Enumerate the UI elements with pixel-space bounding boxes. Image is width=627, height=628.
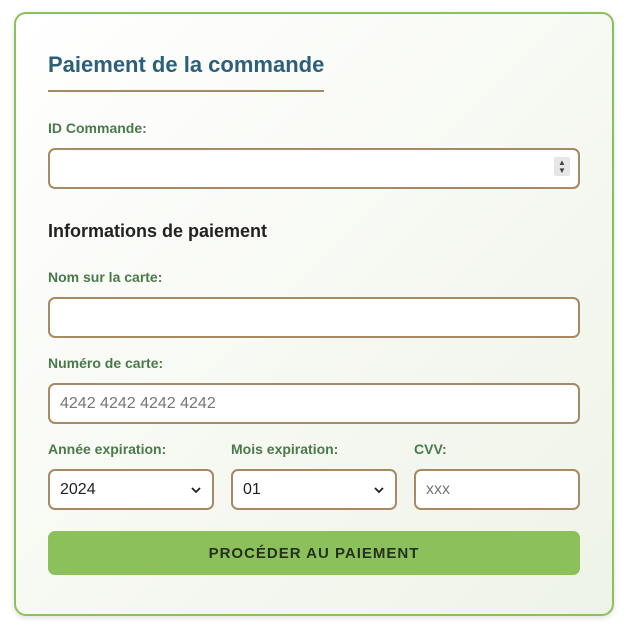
card-name-label: Nom sur la carte: (48, 269, 163, 285)
order-id-wrapper: ▲ ▼ (48, 148, 580, 189)
cvv-label: CVV: (414, 441, 447, 457)
page-title: Paiement de la commande (48, 52, 325, 92)
proceed-payment-button[interactable]: Procéder au paiement (48, 531, 580, 575)
cvv-input[interactable] (414, 469, 580, 510)
chevron-down-icon (374, 486, 384, 493)
card-name-input[interactable] (48, 297, 580, 338)
payment-section-title: Informations de paiement (48, 221, 268, 241)
spinner-arrows-icon[interactable]: ▲ ▼ (554, 157, 570, 176)
card-number-label: Numéro de carte: (48, 355, 164, 371)
card-number-input[interactable] (48, 383, 580, 424)
order-id-input[interactable] (48, 148, 580, 189)
exp-year-select[interactable]: 2024 (48, 469, 214, 510)
exp-year-label: Année expiration: (48, 441, 167, 457)
order-id-label: ID Commande: (48, 120, 147, 136)
chevron-down-icon (191, 486, 201, 493)
payment-card: Paiement de la commande ID Commande: ▲ ▼ … (14, 12, 614, 616)
exp-month-value: 01 (243, 480, 261, 498)
exp-month-label: Mois expiration: (231, 441, 339, 457)
exp-month-select[interactable]: 01 (231, 469, 397, 510)
exp-year-value: 2024 (60, 480, 96, 498)
